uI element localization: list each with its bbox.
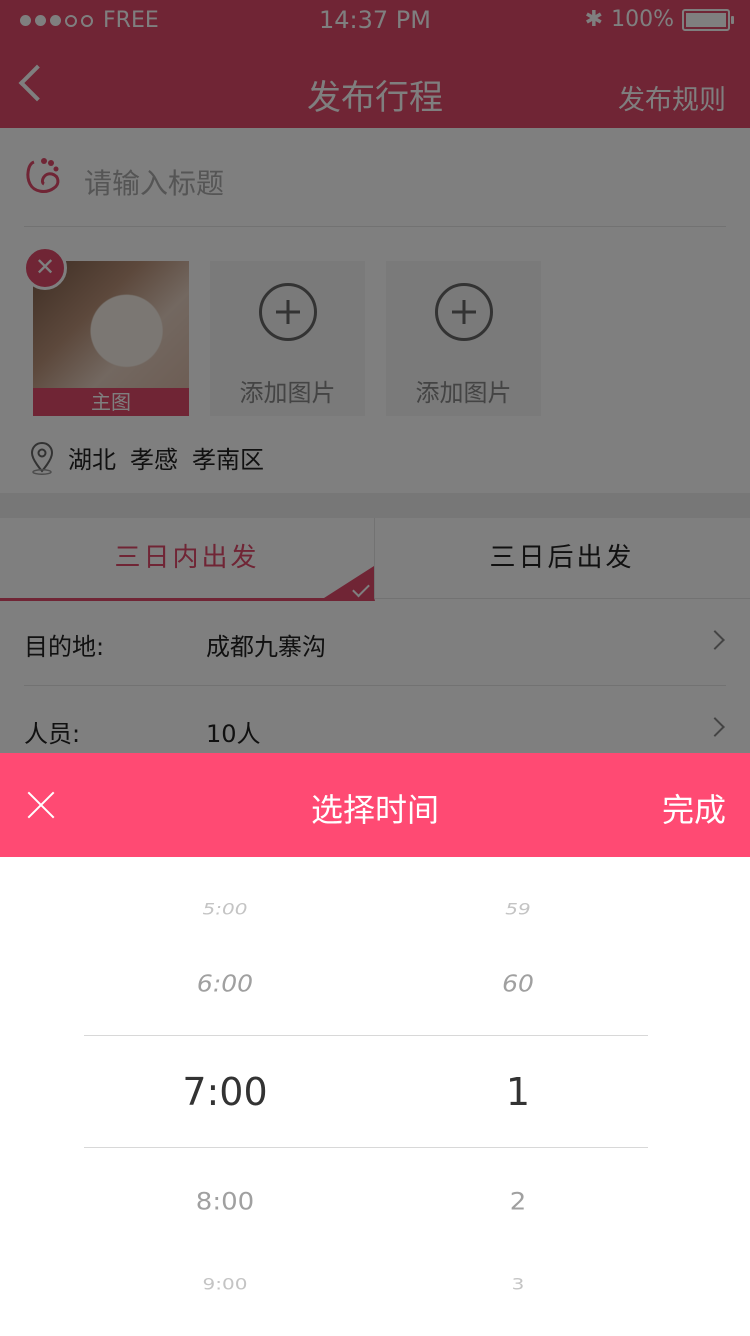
modal-backdrop[interactable] [0,0,750,753]
minute-option[interactable]: 2 [368,1188,668,1216]
minute-option-selected[interactable]: 1 [368,1070,668,1114]
picker-title: 选择时间 [310,791,439,829]
minute-option[interactable]: 3 [368,1274,668,1293]
hour-option[interactable]: 5:00 [75,899,375,918]
publish-trip-page: FREE 14:37 PM ✱ 100% 发布行程 发布规则 请输入标题 主图 … [0,0,750,1336]
minute-option[interactable]: 60 [368,970,668,997]
hour-option[interactable]: 6:00 [75,970,375,997]
done-button[interactable]: 完成 [662,785,726,831]
hour-option[interactable]: 8:00 [75,1188,375,1216]
minute-option[interactable]: 59 [368,899,668,918]
hour-option[interactable]: 9:00 [75,1274,375,1293]
time-picker: 5:00 6:00 7:00 8:00 9:00 59 60 1 2 3 [0,857,750,1336]
time-picker-header: 选择时间 完成 [0,753,750,857]
minute-wheel[interactable]: 59 60 1 2 3 [368,857,668,1336]
hour-option-selected[interactable]: 7:00 [75,1070,375,1114]
hour-wheel[interactable]: 5:00 6:00 7:00 8:00 9:00 [75,857,375,1336]
